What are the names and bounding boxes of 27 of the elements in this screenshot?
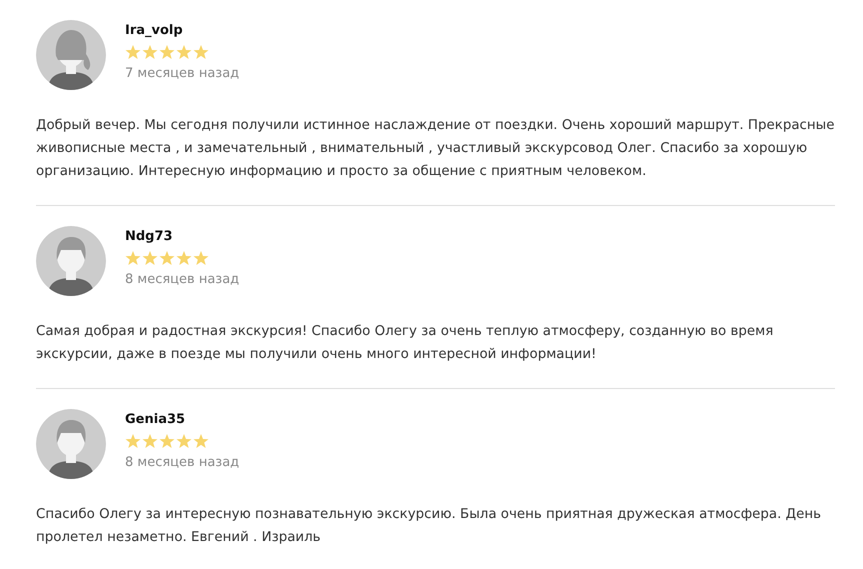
star-icon bbox=[142, 250, 158, 266]
review-date: 8 месяцев назад bbox=[125, 271, 240, 289]
author-name: Genia35 bbox=[125, 411, 186, 429]
avatar-icon bbox=[36, 20, 106, 90]
avatar-icon bbox=[36, 409, 106, 479]
star-icon bbox=[193, 250, 209, 266]
review-text: Спасибо Олегу за интересную познавательную экскурсию. Была очень приятная дружеская атмосфера. День пролетел незаметно. Евгений . Израиль bbox=[36, 506, 822, 547]
review-text: Добрый вечер. Мы сегодня получили истинное наслаждение от поездки. Очень хороший маршрут. Прекрасные живописные места , и замечательный , внимательный , участливый экскурсовод Олег. Спасибо за хорошую организацию. Интересную информацию и просто за общение с приятным человеком. bbox=[36, 117, 835, 181]
star-icon bbox=[125, 250, 141, 266]
review-date: 8 месяцев назад bbox=[125, 454, 240, 472]
star-icon bbox=[176, 250, 192, 266]
star-icon bbox=[142, 44, 158, 60]
star-icon bbox=[159, 250, 175, 266]
review-text: Самая добрая и радостная экскурсия! Спасибо Олегу за очень теплую атмосферу, созданную во время экскурсии, даже в поезде мы получили очень много интересной информации! bbox=[36, 323, 774, 364]
star-icon bbox=[142, 433, 158, 449]
avatar-icon bbox=[36, 226, 106, 296]
author-name: Ira_volp bbox=[125, 22, 184, 40]
star-icon bbox=[193, 44, 209, 60]
star-icon bbox=[159, 433, 175, 449]
review-date: 7 месяцев назад bbox=[125, 65, 240, 83]
star-icon bbox=[176, 433, 192, 449]
star-icon bbox=[125, 433, 141, 449]
star-icon bbox=[125, 44, 141, 60]
star-icon bbox=[176, 44, 192, 60]
star-icon bbox=[159, 44, 175, 60]
author-name: Ndg73 bbox=[125, 228, 174, 246]
star-icon bbox=[193, 433, 209, 449]
